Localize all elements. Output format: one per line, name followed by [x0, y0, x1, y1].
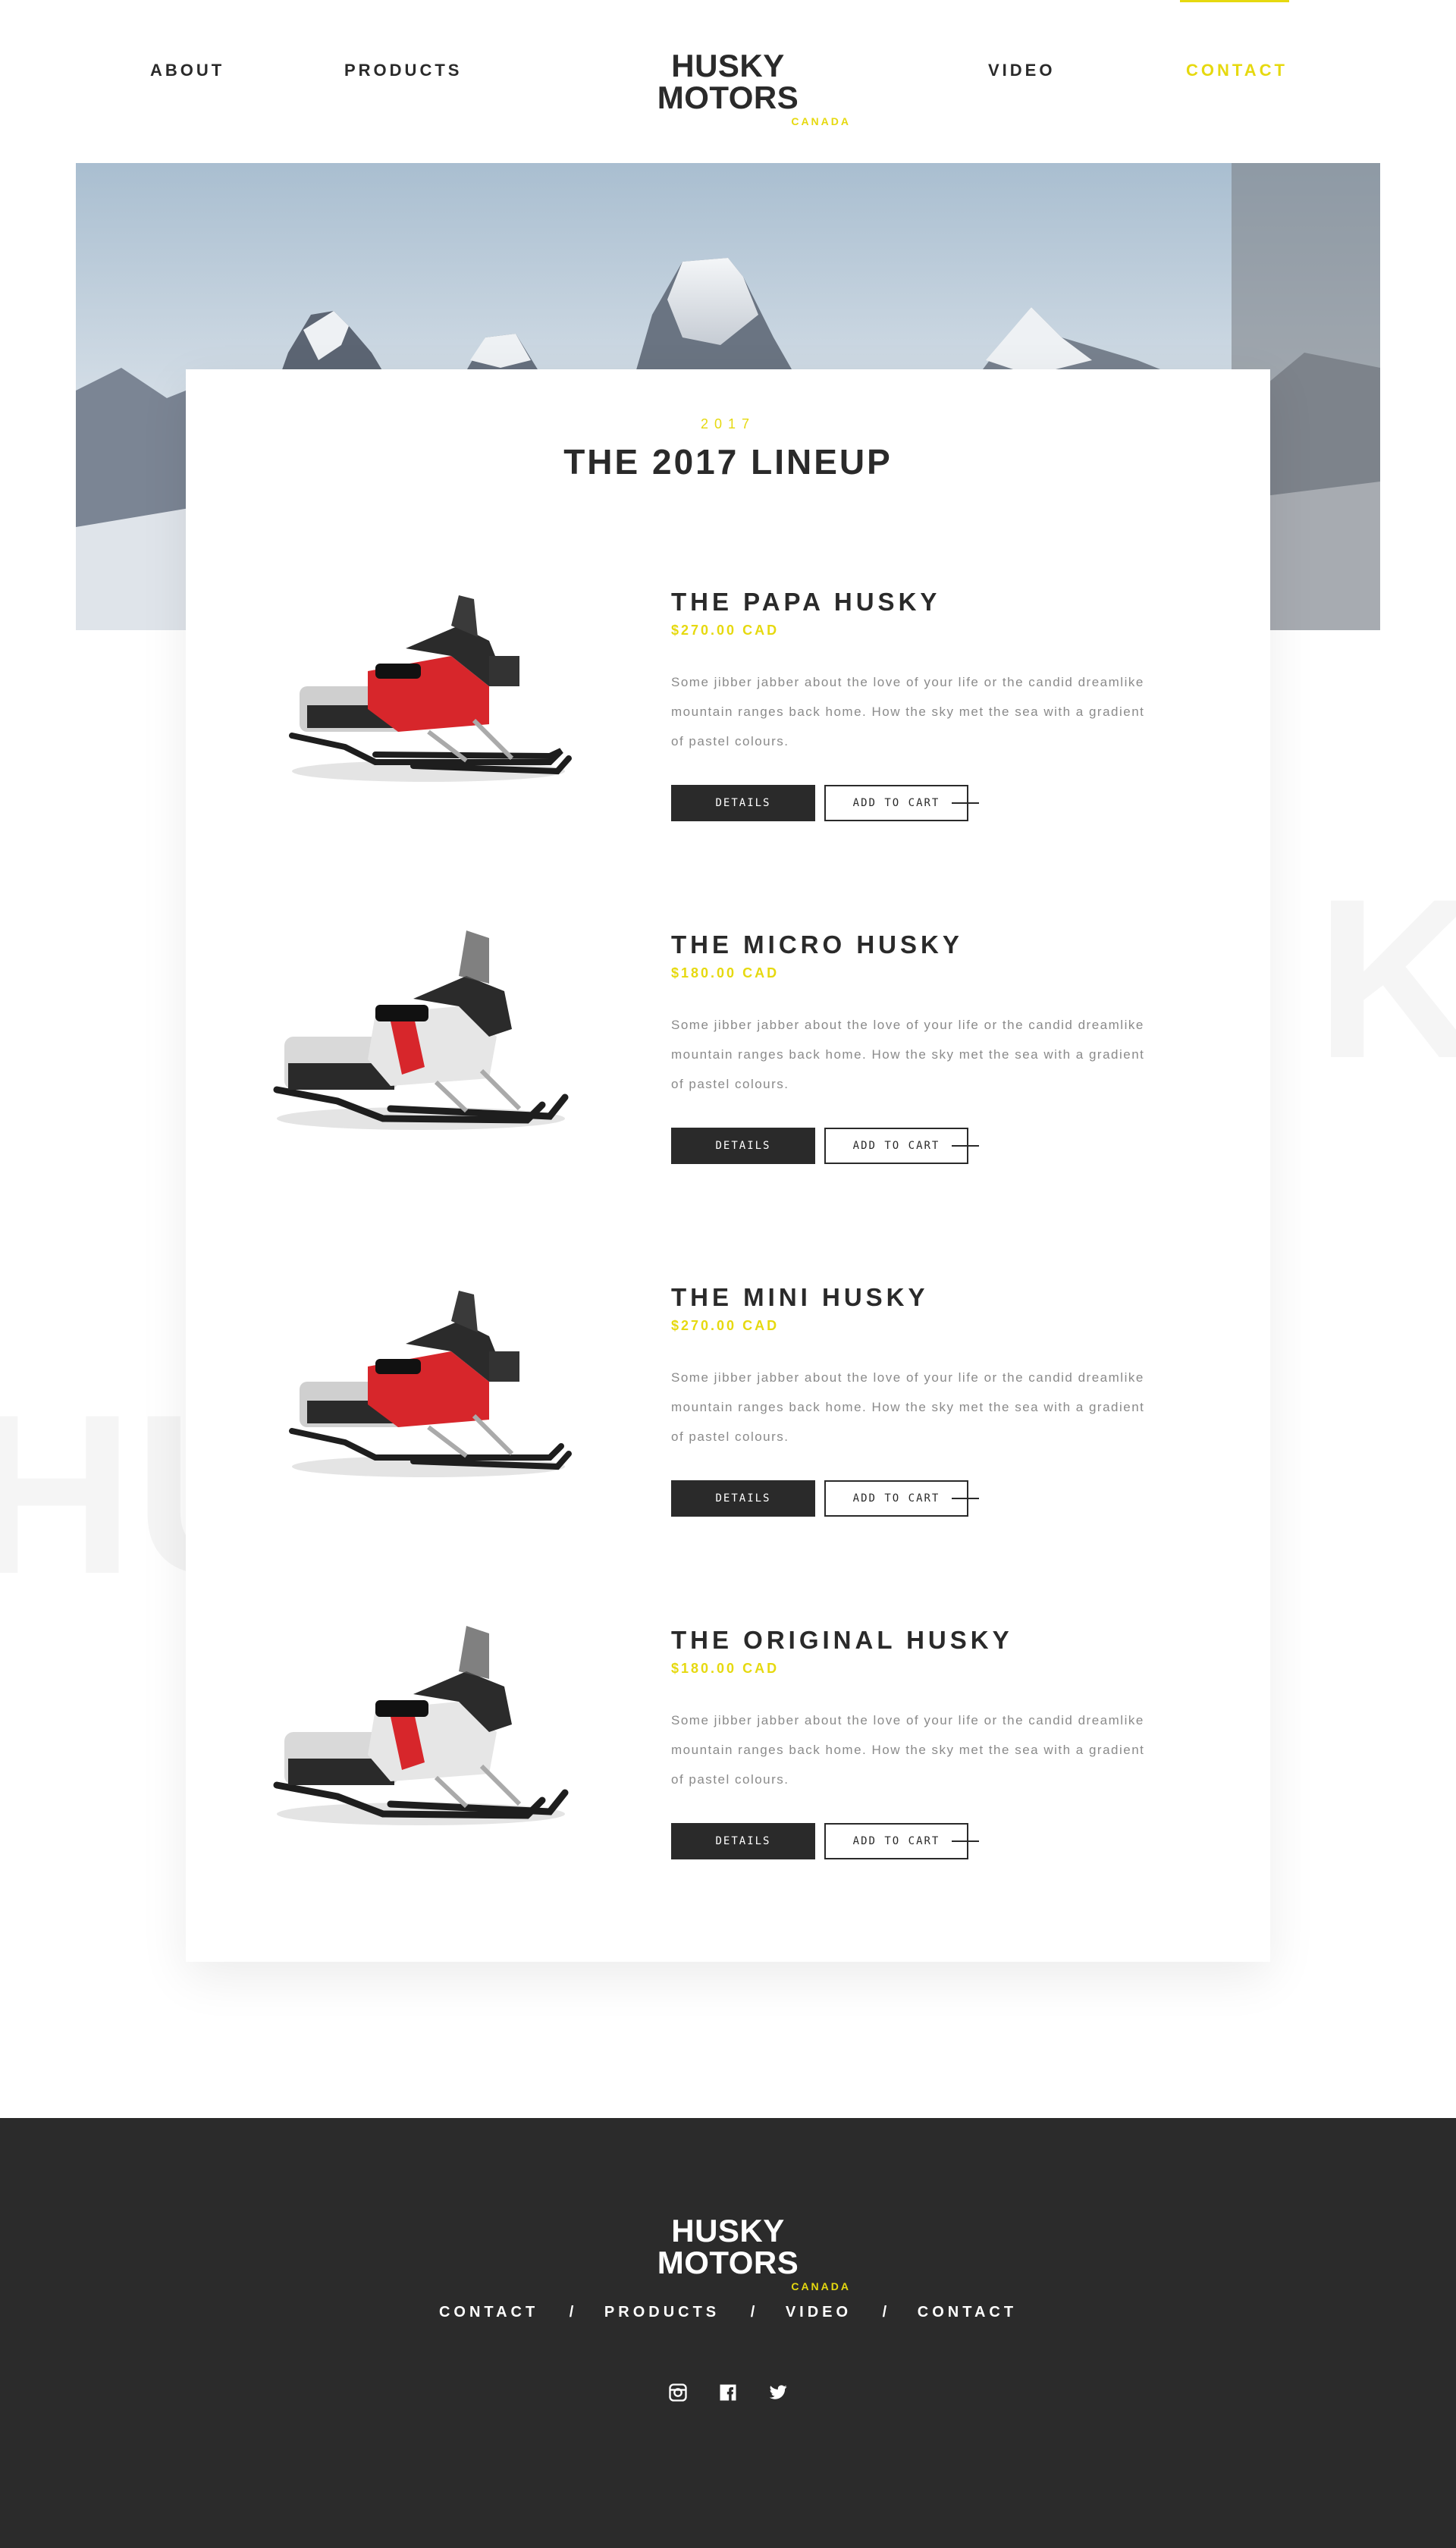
snowmobile-white-image[interactable]: [262, 915, 580, 1143]
social-links: [667, 2382, 789, 2403]
snowmobile-red-image[interactable]: [262, 573, 580, 800]
cart-arrow-line: [952, 1840, 979, 1842]
instagram-icon[interactable]: [667, 2382, 689, 2403]
details-button[interactable]: DETAILS: [671, 1128, 815, 1164]
top-navigation: ABOUT PRODUCTS HUSKY MOTORS CANADA VIDEO…: [0, 0, 1456, 136]
product-actions: DETAILS ADD TO CART: [671, 1480, 1156, 1517]
footer-separator: /: [750, 2304, 755, 2320]
product-description: Some jibber jabber about the love of you…: [671, 1713, 1145, 1787]
brand-region: CANADA: [791, 115, 851, 127]
active-nav-indicator: [1180, 0, 1289, 2]
brand-name: HUSKY MOTORS: [657, 48, 799, 115]
details-button[interactable]: DETAILS: [671, 1480, 815, 1517]
brand-logo[interactable]: HUSKY MOTORS CANADA: [601, 48, 855, 128]
lineup-title: THE 2017 LINEUP: [563, 442, 893, 482]
footer-link-video[interactable]: VIDEO: [786, 2304, 852, 2321]
product-name: THE PAPA HUSKY: [671, 588, 941, 616]
product-description: Some jibber jabber about the love of you…: [671, 1018, 1145, 1091]
footer-links: CONTACT / PRODUCTS / VIDEO / CONTACT: [0, 2304, 1456, 2321]
product-info: THE ORIGINAL HUSKY $180.00 CAD Some jibb…: [671, 1611, 1156, 1859]
product-actions: DETAILS ADD TO CART: [671, 1823, 1156, 1859]
add-to-cart-button[interactable]: ADD TO CART: [824, 1823, 968, 1859]
product-item: THE MICRO HUSKY $180.00 CAD Some jibber …: [186, 915, 1270, 1173]
nav-link-video[interactable]: VIDEO: [988, 61, 1055, 80]
snowmobile-red-image[interactable]: [262, 1268, 580, 1495]
background-watermark-right: K: [1316, 851, 1456, 1106]
cart-arrow-line: [952, 802, 979, 804]
add-to-cart-button[interactable]: ADD TO CART: [824, 1480, 968, 1517]
cart-arrow-line: [952, 1498, 979, 1499]
add-to-cart-button[interactable]: ADD TO CART: [824, 1128, 968, 1164]
nav-link-products[interactable]: PRODUCTS: [344, 61, 462, 80]
lineup-card: 2017 THE 2017 LINEUP THE PAPA HUSKY $270…: [186, 369, 1270, 1962]
facebook-icon[interactable]: [717, 2382, 739, 2403]
product-actions: DETAILS ADD TO CART: [671, 785, 1156, 821]
snowmobile-white-image[interactable]: [262, 1611, 580, 1838]
footer-link-products[interactable]: PRODUCTS: [604, 2304, 720, 2321]
nav-link-contact[interactable]: CONTACT: [1186, 61, 1288, 80]
product-item: THE PAPA HUSKY $270.00 CAD Some jibber j…: [186, 573, 1270, 830]
product-info: THE PAPA HUSKY $270.00 CAD Some jibber j…: [671, 573, 1156, 821]
footer-brand-logo[interactable]: HUSKY MOTORS CANADA: [601, 2213, 855, 2293]
footer-link-contact[interactable]: CONTACT: [439, 2304, 538, 2321]
details-button[interactable]: DETAILS: [671, 785, 815, 821]
footer-brand-name: HUSKY MOTORS: [657, 2213, 799, 2280]
product-price: $180.00 CAD: [671, 965, 780, 981]
nav-link-about[interactable]: ABOUT: [150, 61, 224, 80]
product-item: THE MINI HUSKY $270.00 CAD Some jibber j…: [186, 1268, 1270, 1526]
footer-separator: /: [882, 2304, 887, 2320]
product-price: $270.00 CAD: [671, 1318, 780, 1333]
product-info: THE MINI HUSKY $270.00 CAD Some jibber j…: [671, 1268, 1156, 1517]
product-description: Some jibber jabber about the love of you…: [671, 675, 1145, 748]
product-description: Some jibber jabber about the love of you…: [671, 1370, 1145, 1444]
footer-separator: /: [569, 2304, 574, 2320]
lineup-year: 2017: [700, 416, 756, 431]
product-info: THE MICRO HUSKY $180.00 CAD Some jibber …: [671, 915, 1156, 1164]
details-button[interactable]: DETAILS: [671, 1823, 815, 1859]
product-name: THE MINI HUSKY: [671, 1283, 929, 1311]
product-price: $270.00 CAD: [671, 623, 780, 638]
twitter-icon[interactable]: [767, 2382, 789, 2403]
cart-arrow-line: [952, 1145, 979, 1147]
product-price: $180.00 CAD: [671, 1661, 780, 1676]
product-item: THE ORIGINAL HUSKY $180.00 CAD Some jibb…: [186, 1611, 1270, 1869]
add-to-cart-button[interactable]: ADD TO CART: [824, 785, 968, 821]
product-name: THE MICRO HUSKY: [671, 930, 963, 959]
footer-link-contact-2[interactable]: CONTACT: [918, 2304, 1017, 2321]
footer-brand-region: CANADA: [791, 2280, 851, 2292]
site-footer: HUSKY MOTORS CANADA CONTACT / PRODUCTS /…: [0, 2118, 1456, 2548]
product-name: THE ORIGINAL HUSKY: [671, 1626, 1013, 1654]
product-actions: DETAILS ADD TO CART: [671, 1128, 1156, 1164]
